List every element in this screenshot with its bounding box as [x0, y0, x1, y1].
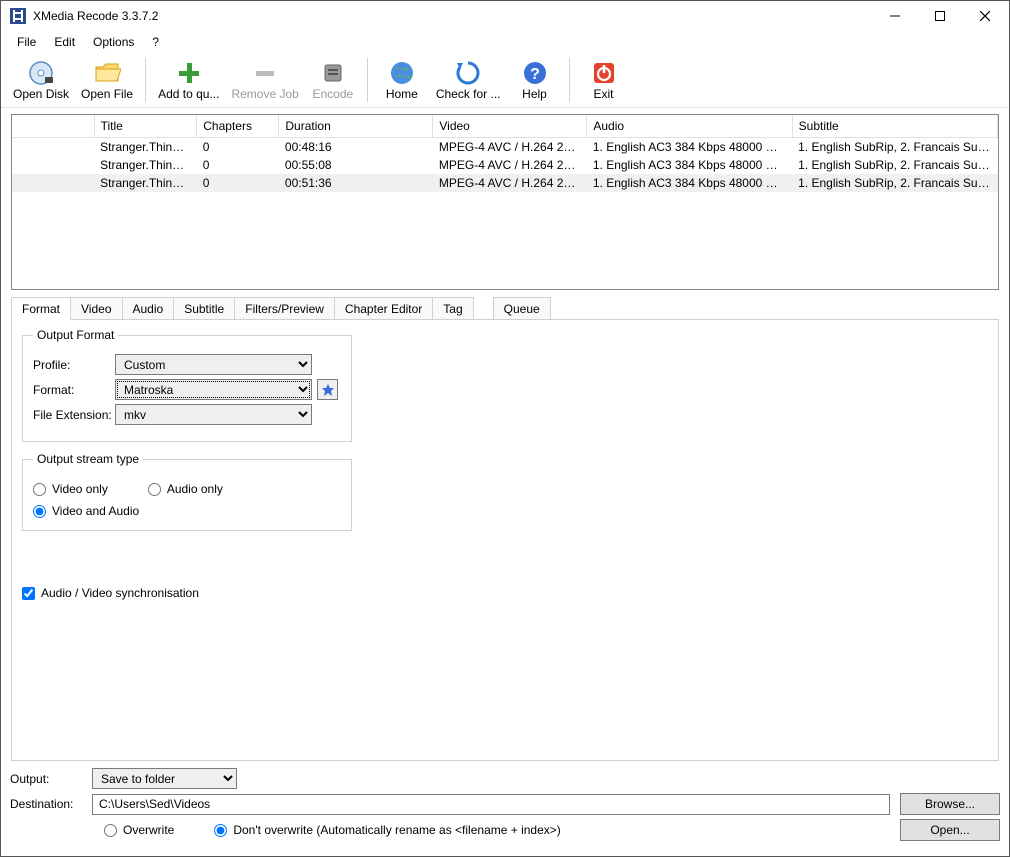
- radio-overwrite[interactable]: Overwrite: [104, 823, 174, 837]
- destination-label: Destination:: [10, 797, 92, 811]
- encode-icon: [319, 59, 347, 87]
- titlebar: XMedia Recode 3.3.7.2: [1, 1, 1009, 31]
- tab-subtitle[interactable]: Subtitle: [173, 297, 235, 320]
- output-label: Output:: [10, 772, 92, 786]
- menubar: File Edit Options ?: [1, 31, 1009, 53]
- av-sync-label: Audio / Video synchronisation: [41, 586, 199, 600]
- check-updates-button[interactable]: Check for ...: [430, 53, 507, 107]
- favorite-button[interactable]: [317, 379, 338, 400]
- tab-video[interactable]: Video: [70, 297, 122, 320]
- open-file-label: Open File: [81, 87, 133, 101]
- col-duration[interactable]: Duration: [279, 115, 433, 137]
- help-label: Help: [522, 87, 547, 101]
- radio-video-only[interactable]: Video only: [33, 482, 108, 496]
- output-format-group: Output Format Profile: Custom Format: Ma…: [22, 328, 352, 442]
- tab-tag[interactable]: Tag: [432, 297, 473, 320]
- minus-icon: [251, 59, 279, 87]
- tab-format[interactable]: Format: [11, 297, 71, 320]
- col-subtitle[interactable]: Subtitle: [792, 115, 997, 137]
- menu-file[interactable]: File: [9, 33, 44, 51]
- app-icon: [9, 7, 27, 25]
- folder-icon: [93, 59, 121, 87]
- radio-audio-only[interactable]: Audio only: [148, 482, 223, 496]
- open-button[interactable]: Open...: [900, 819, 1000, 841]
- help-button[interactable]: ? Help: [507, 53, 563, 107]
- globe-icon: [388, 59, 416, 87]
- open-file-button[interactable]: Open File: [75, 53, 139, 107]
- stream-type-group: Output stream type Video only Audio only…: [22, 452, 352, 531]
- radio-video-audio[interactable]: Video and Audio: [33, 504, 341, 518]
- browse-button[interactable]: Browse...: [900, 793, 1000, 815]
- tab-chapter[interactable]: Chapter Editor: [334, 297, 433, 320]
- home-button[interactable]: Home: [374, 53, 430, 107]
- window-title: XMedia Recode 3.3.7.2: [33, 9, 872, 23]
- profile-select[interactable]: Custom: [115, 354, 312, 375]
- table-row[interactable]: Stranger.Things...000:55:08MPEG-4 AVC / …: [12, 156, 998, 174]
- home-label: Home: [386, 87, 418, 101]
- check-label: Check for ...: [436, 87, 501, 101]
- bottom-bar: Output: Save to folder Destination: Brow…: [10, 764, 1000, 845]
- menu-options[interactable]: Options: [85, 33, 142, 51]
- remove-job-label: Remove Job: [231, 87, 298, 101]
- stream-type-legend: Output stream type: [33, 452, 143, 466]
- encode-label: Encode: [312, 87, 353, 101]
- help-icon: ?: [521, 59, 549, 87]
- output-format-legend: Output Format: [33, 328, 118, 342]
- radio-dont-overwrite-label: Don't overwrite (Automatically rename as…: [233, 823, 560, 837]
- add-queue-label: Add to qu...: [158, 87, 219, 101]
- minimize-button[interactable]: [872, 1, 917, 30]
- av-sync-checkbox[interactable]: Audio / Video synchronisation: [22, 586, 988, 600]
- menu-edit[interactable]: Edit: [46, 33, 83, 51]
- power-icon: [590, 59, 618, 87]
- refresh-icon: [454, 59, 482, 87]
- tab-filters[interactable]: Filters/Preview: [234, 297, 335, 320]
- col-video[interactable]: Video: [433, 115, 587, 137]
- tabbar: Format Video Audio Subtitle Filters/Prev…: [11, 296, 999, 319]
- file-list[interactable]: Title Chapters Duration Video Audio Subt…: [11, 114, 999, 290]
- radio-both-label: Video and Audio: [52, 504, 139, 518]
- menu-help[interactable]: ?: [144, 33, 167, 51]
- radio-audio-only-label: Audio only: [167, 482, 223, 496]
- col-chapters[interactable]: Chapters: [197, 115, 279, 137]
- extension-select[interactable]: mkv: [115, 404, 312, 425]
- col-handle[interactable]: [12, 115, 94, 137]
- table-row[interactable]: Stranger.Things...000:51:36MPEG-4 AVC / …: [12, 174, 998, 192]
- open-disk-button[interactable]: Open Disk: [7, 53, 75, 107]
- radio-video-only-label: Video only: [52, 482, 108, 496]
- radio-dont-overwrite[interactable]: Don't overwrite (Automatically rename as…: [214, 823, 560, 837]
- toolbar-separator: [569, 58, 570, 102]
- col-title[interactable]: Title: [94, 115, 197, 137]
- toolbar: Open Disk Open File Add to qu... Remove …: [1, 53, 1009, 108]
- destination-input[interactable]: [92, 794, 890, 815]
- toolbar-separator: [145, 58, 146, 102]
- disk-icon: [27, 59, 55, 87]
- tab-audio[interactable]: Audio: [122, 297, 175, 320]
- tab-queue[interactable]: Queue: [493, 297, 551, 320]
- exit-label: Exit: [594, 87, 614, 101]
- close-button[interactable]: [962, 1, 1007, 30]
- output-select[interactable]: Save to folder: [92, 768, 237, 789]
- encode-button: Encode: [305, 53, 361, 107]
- plus-icon: [175, 59, 203, 87]
- svg-text:?: ?: [530, 66, 540, 83]
- toolbar-separator: [367, 58, 368, 102]
- maximize-button[interactable]: [917, 1, 962, 30]
- open-disk-label: Open Disk: [13, 87, 69, 101]
- exit-button[interactable]: Exit: [576, 53, 632, 107]
- format-label: Format:: [33, 383, 115, 397]
- format-select[interactable]: Matroska: [115, 379, 312, 400]
- table-row[interactable]: Stranger.Things...000:48:16MPEG-4 AVC / …: [12, 137, 998, 156]
- tab-content: Output Format Profile: Custom Format: Ma…: [11, 319, 999, 761]
- radio-overwrite-label: Overwrite: [123, 823, 174, 837]
- remove-job-button: Remove Job: [225, 53, 304, 107]
- profile-label: Profile:: [33, 358, 115, 372]
- ext-label: File Extension:: [33, 408, 115, 422]
- add-queue-button[interactable]: Add to qu...: [152, 53, 225, 107]
- col-audio[interactable]: Audio: [587, 115, 792, 137]
